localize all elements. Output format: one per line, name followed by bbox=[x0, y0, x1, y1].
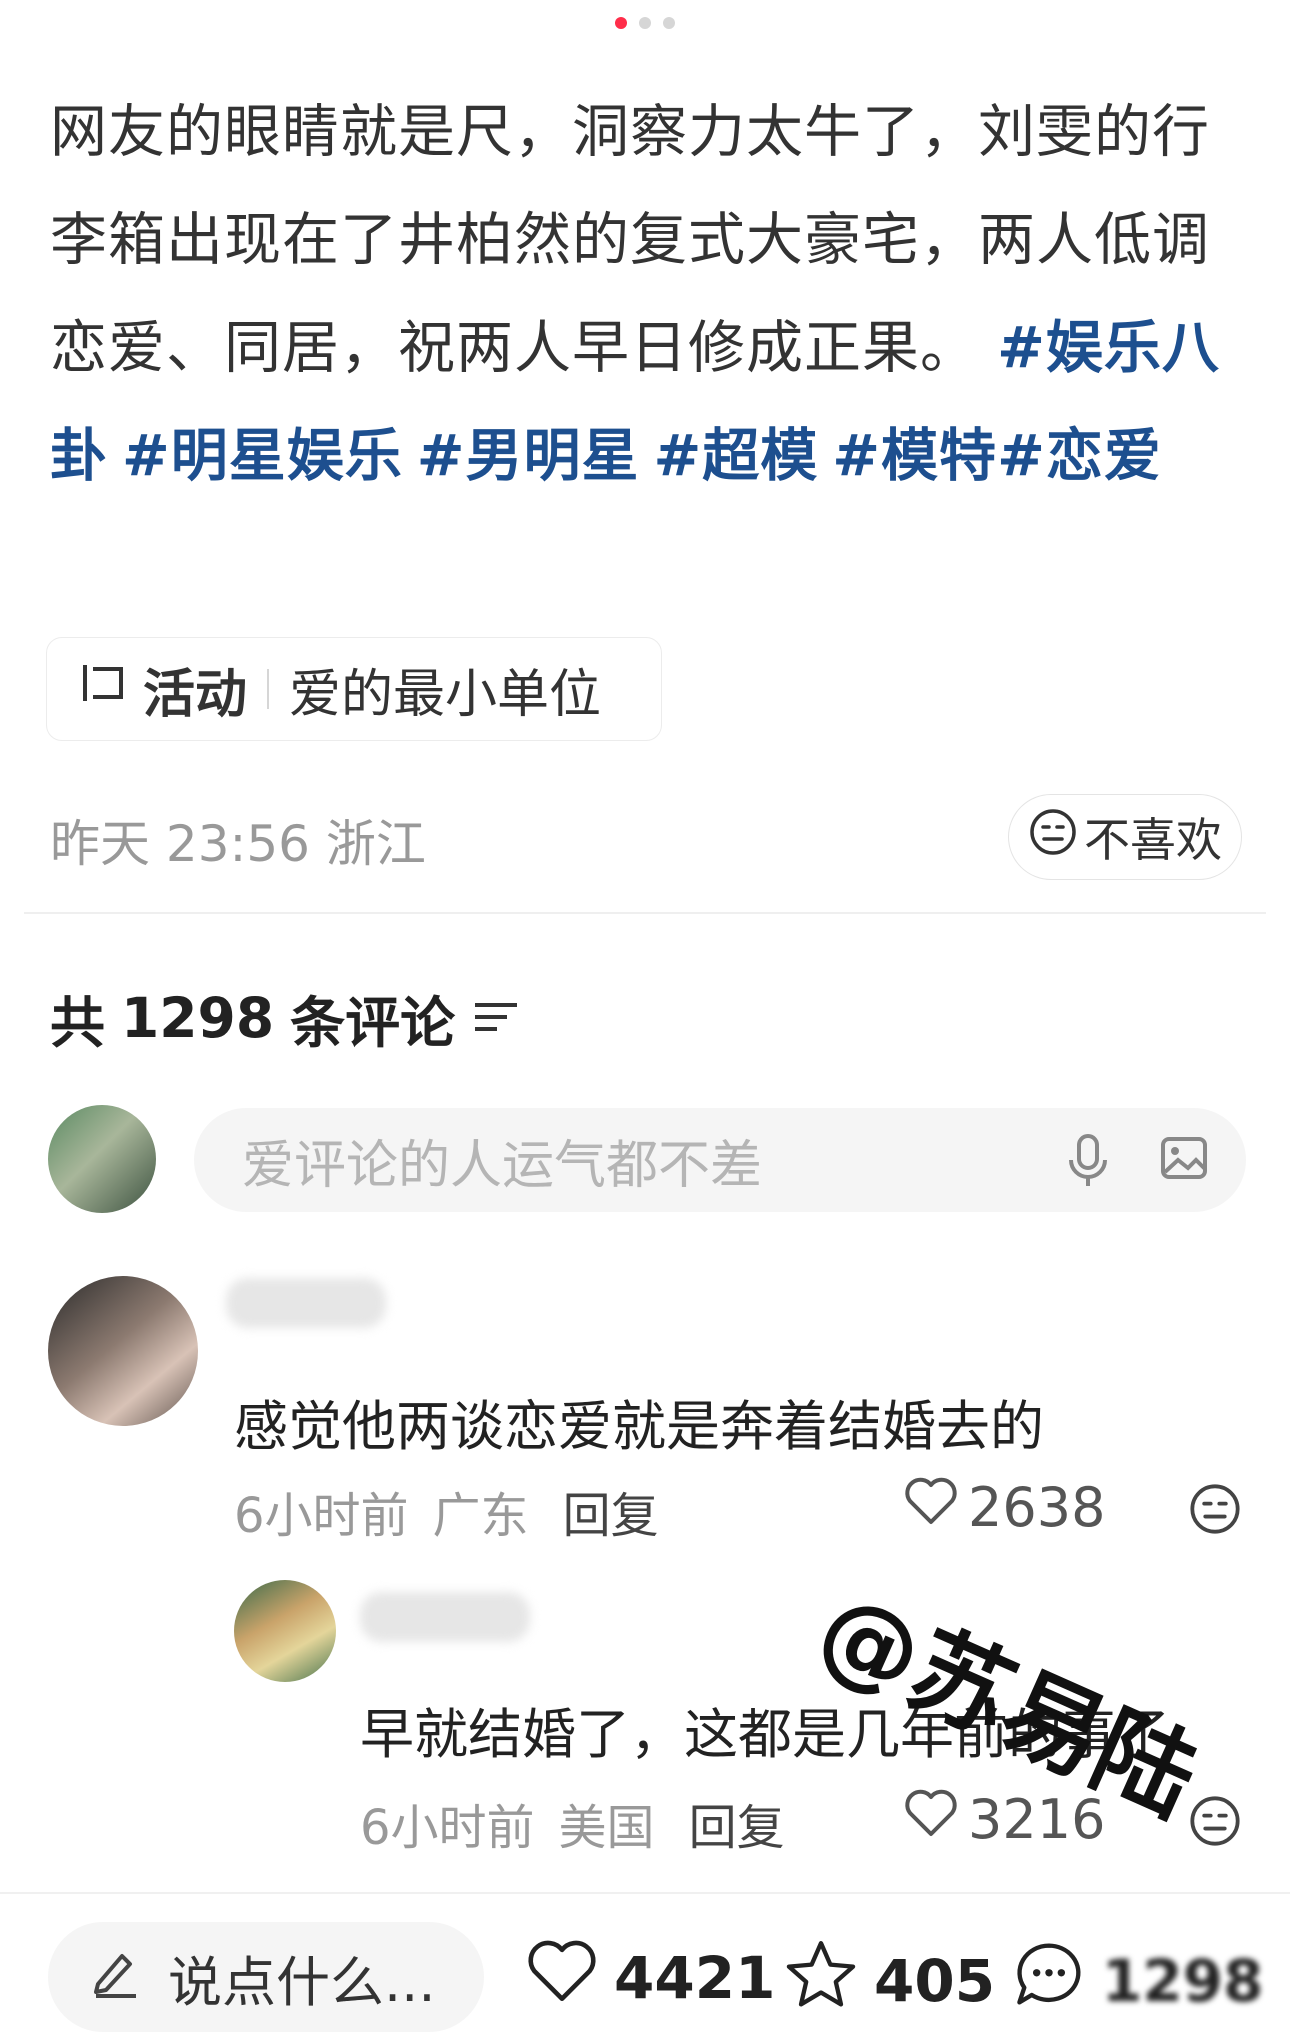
comment-text: 感觉他两谈恋爱就是奔着结婚去的 bbox=[234, 1395, 1044, 1458]
reply-location: 美国 bbox=[558, 1800, 655, 1856]
dislike-face-icon bbox=[1028, 807, 1078, 868]
hashtag-link[interactable]: #模特 bbox=[832, 423, 997, 489]
reply-time: 6小时前 bbox=[360, 1800, 535, 1856]
replier-avatar[interactable] bbox=[234, 1580, 336, 1682]
post-like-count: 4421 bbox=[614, 1944, 776, 2012]
like-count: 2638 bbox=[968, 1476, 1106, 1539]
comment-input-placeholder: 爱评论的人运气都不差 bbox=[242, 1135, 763, 1196]
comment-location: 广东 bbox=[432, 1488, 529, 1544]
hashtag-link[interactable]: #超模 bbox=[654, 423, 819, 489]
post-location: 浙江 bbox=[325, 815, 426, 873]
mic-icon[interactable] bbox=[1064, 1132, 1112, 1201]
heart-icon bbox=[904, 1788, 958, 1851]
activity-kind: 活动 bbox=[143, 664, 248, 725]
comment-bubble-icon bbox=[1012, 1938, 1086, 2024]
dislike-label: 不喜欢 bbox=[1084, 813, 1222, 867]
divider bbox=[267, 669, 270, 709]
like-button[interactable]: 2638 bbox=[904, 1476, 1105, 1539]
reply-meta: 6小时前 美国 回复 bbox=[360, 1788, 785, 1858]
reply-button[interactable]: 回复 bbox=[563, 1476, 659, 1546]
comment-count-header: 共 1298 条评论 bbox=[50, 978, 521, 1058]
post-comment-count: 1298 bbox=[1102, 1947, 1264, 2015]
image-icon[interactable] bbox=[1158, 1132, 1210, 1201]
post-time: 昨天 23:56 bbox=[50, 815, 310, 873]
heart-icon bbox=[526, 1938, 598, 2018]
pager-dot bbox=[639, 17, 651, 29]
divider bbox=[24, 912, 1266, 914]
image-pager bbox=[0, 17, 1290, 29]
pager-dot bbox=[663, 17, 675, 29]
reply-button[interactable]: 回复 bbox=[689, 1788, 785, 1858]
commenter-avatar[interactable] bbox=[48, 1276, 198, 1426]
dislike-button[interactable]: 不喜欢 bbox=[1008, 794, 1242, 880]
comment-meta: 6小时前 广东 回复 bbox=[234, 1476, 659, 1546]
comment-input[interactable]: 爱评论的人运气都不差 bbox=[194, 1108, 1246, 1212]
hashtag-link[interactable]: #恋爱 bbox=[997, 423, 1162, 489]
hashtag-link[interactable]: #男明星 bbox=[417, 423, 640, 489]
comment-time: 6小时前 bbox=[234, 1488, 409, 1544]
hashtag-link[interactable]: #明星娱乐 bbox=[122, 423, 403, 489]
post-body: 网友的眼睛就是尺，洞察力太牛了，刘雯的行李箱出现在了井柏然的复式大豪宅，两人低调… bbox=[50, 78, 1245, 510]
post-meta: 昨天 23:56 浙江 bbox=[50, 804, 426, 876]
comment-count-prefix: 共 bbox=[50, 991, 106, 1055]
heart-icon bbox=[904, 1476, 958, 1539]
post-comment-button[interactable]: 1298 bbox=[1012, 1938, 1263, 2024]
replier-name[interactable] bbox=[360, 1592, 530, 1642]
comment-count: 1298 bbox=[121, 986, 275, 1050]
comment-count-suffix: 条评论 bbox=[290, 991, 456, 1055]
activity-chip[interactable]: 活动 爱的最小单位 bbox=[46, 637, 662, 741]
dislike-face-icon[interactable] bbox=[1188, 1794, 1242, 1848]
dislike-face-icon[interactable] bbox=[1188, 1482, 1242, 1536]
my-avatar[interactable] bbox=[48, 1105, 156, 1213]
divider bbox=[0, 1892, 1290, 1894]
post-like-button[interactable]: 4421 bbox=[526, 1938, 775, 2018]
post-star-button[interactable]: 405 bbox=[784, 1938, 995, 2024]
pencil-icon bbox=[88, 1944, 142, 2011]
say-placeholder: 说点什么... bbox=[168, 1950, 436, 2014]
star-icon bbox=[784, 1938, 858, 2024]
sort-icon[interactable] bbox=[471, 986, 521, 1050]
say-something-input[interactable]: 说点什么... bbox=[48, 1922, 484, 2032]
activity-title: 爱的最小单位 bbox=[289, 664, 602, 725]
pager-dot bbox=[615, 17, 627, 29]
activity-icon bbox=[77, 657, 129, 722]
post-star-count: 405 bbox=[874, 1947, 996, 2015]
commenter-name[interactable] bbox=[226, 1278, 386, 1328]
